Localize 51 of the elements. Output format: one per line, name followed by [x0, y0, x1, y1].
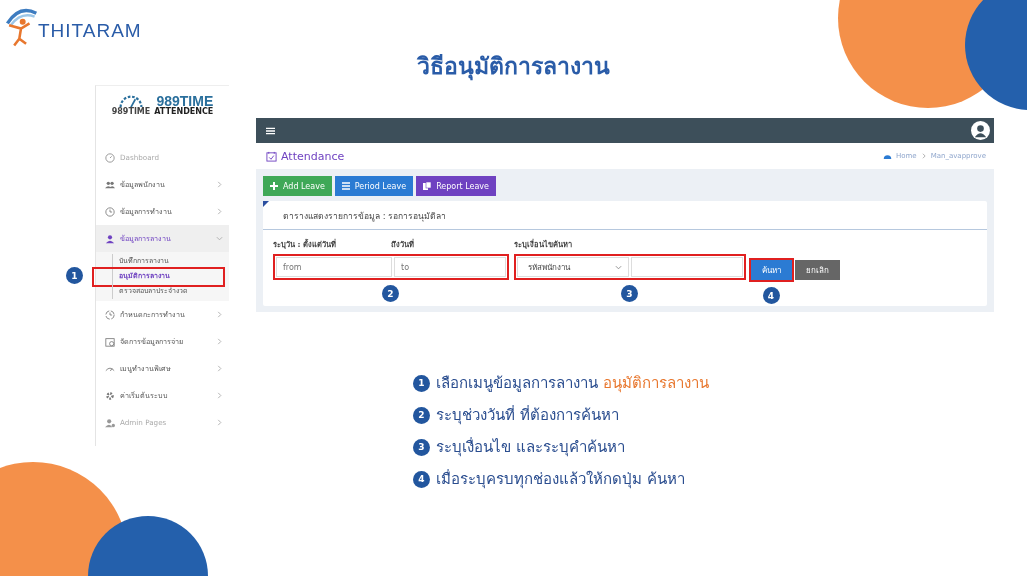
- chevron-right-icon: [216, 419, 223, 426]
- list-icon: [341, 182, 350, 190]
- corner-mark-icon: [263, 201, 269, 207]
- date-to-field[interactable]: to: [394, 257, 506, 277]
- step-text: เลือกเมนูข้อมูลการลางาน อนุมัติการลางาน: [436, 373, 709, 395]
- step-number-badge: 3: [413, 438, 430, 456]
- calendar-check-icon: [266, 150, 277, 162]
- brand-subtitle: ATTENDENCE: [154, 108, 214, 116]
- chevron-right-icon: [216, 338, 223, 345]
- cancel-button[interactable]: ยกเลิก: [795, 260, 840, 280]
- slide-title: วิธีอนุมัติการลางาน: [416, 52, 611, 83]
- search-field[interactable]: [631, 257, 743, 277]
- page-title: Attendance: [281, 149, 345, 163]
- chevron-right-icon: [216, 365, 223, 372]
- step-number-badge: 2: [382, 285, 399, 302]
- step-number-badge: 3: [621, 285, 638, 302]
- chevron-right-icon: [216, 181, 223, 188]
- users-icon: [105, 179, 115, 190]
- chevron-right-icon: [216, 311, 223, 318]
- menu-icon: [266, 126, 275, 135]
- step-text: ระบุเงื่อนไข และระบุคำค้นหา: [436, 436, 625, 459]
- chevron-right-icon: [216, 208, 223, 215]
- clock-icon: [105, 309, 115, 320]
- step-number-badge: 1: [413, 374, 430, 392]
- step-number-badge: 4: [762, 287, 780, 304]
- chevron-right-icon: [216, 392, 223, 399]
- copy-icon: [423, 182, 432, 190]
- filter-dropdown[interactable]: รหัสพนักงาน: [517, 257, 629, 277]
- search-button[interactable]: ค้นหา: [751, 260, 792, 280]
- chevron-down-icon: [216, 235, 223, 242]
- step-number-badge: 1: [66, 267, 83, 284]
- brand-name: 989TIME: [156, 94, 214, 108]
- chevron-down-icon: [615, 263, 622, 271]
- step-text: เมื่อระบุครบทุกช่องแล้วให้กดปุ่ม ค้นหา: [436, 468, 685, 491]
- user-gear-icon: [105, 417, 115, 428]
- clock-icon: [105, 206, 115, 217]
- plus-icon: [270, 182, 278, 190]
- brand-caption: 989TIME: [111, 108, 151, 116]
- card-title: ตารางแสดงรายการข้อมูล : รอการอนุมัติลา: [263, 201, 987, 230]
- person-icon: [105, 233, 115, 244]
- avatar-icon: [971, 121, 990, 140]
- chevron-right-icon: [920, 153, 927, 159]
- logo-text: THITARAM: [38, 20, 142, 42]
- action-button[interactable]: Period Leave: [334, 176, 414, 196]
- step-number-badge: 4: [413, 470, 430, 488]
- gauge-icon: [118, 94, 144, 108]
- calendar-icon: [105, 336, 115, 347]
- action-button[interactable]: Report Leave: [416, 176, 496, 196]
- date-from-field[interactable]: from: [276, 257, 392, 277]
- step-number-badge: 2: [413, 406, 430, 424]
- step-text: ระบุช่วงวันที่ ที่ต้องการค้นหา: [436, 404, 619, 427]
